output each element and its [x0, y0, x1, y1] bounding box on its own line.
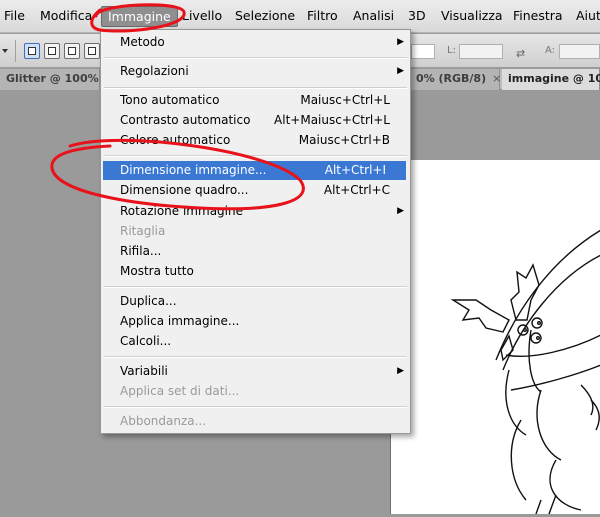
- submenu-arrow-icon: ▶: [397, 37, 404, 47]
- menu-item-dimensione-immagine[interactable]: Dimensione immagine... Alt+Ctrl+I: [103, 161, 406, 180]
- menu-item-label: Dimensione immagine...: [120, 163, 267, 177]
- menu-finestra[interactable]: Finestra: [513, 8, 563, 23]
- menu-item-label: Rotazione immagine: [120, 204, 243, 218]
- menu-item-metodo[interactable]: Metodo ▶: [101, 33, 410, 52]
- height-input[interactable]: [559, 44, 600, 59]
- menu-separator: [104, 286, 407, 288]
- menu-item-label: Ritaglia: [120, 224, 166, 238]
- new-selection-icon: [28, 47, 36, 55]
- menu-item-label: Duplica...: [120, 294, 177, 308]
- menu-item-ritaglia: Ritaglia: [101, 222, 410, 241]
- menu-item-label: Calcoli...: [120, 334, 172, 348]
- menu-item-dimensione-quadro[interactable]: Dimensione quadro... Alt+Ctrl+C: [101, 181, 410, 200]
- menu-separator: [104, 155, 407, 157]
- menu-item-label: Dimensione quadro...: [120, 183, 249, 197]
- new-selection-button[interactable]: [24, 43, 40, 59]
- shortcut-label: Alt+Maiusc+Ctrl+L: [274, 113, 390, 127]
- tab-rgb-label: 0% (RGB/8): [416, 72, 487, 85]
- shortcut-label: Alt+Ctrl+C: [323, 183, 390, 197]
- menu-item-colore-automatico[interactable]: Colore automatico Maiusc+Ctrl+B: [101, 131, 410, 150]
- menu-item-label: Variabili: [120, 364, 168, 378]
- menu-separator: [104, 87, 407, 89]
- add-selection-button[interactable]: [44, 43, 60, 59]
- menu-item-label: Contrasto automatico: [120, 113, 251, 127]
- menu-separator: [104, 356, 407, 358]
- menu-item-rotazione-immagine[interactable]: Rotazione immagine ▶: [101, 202, 410, 221]
- menu-item-mostra-tutto[interactable]: Mostra tutto: [101, 262, 410, 281]
- menu-item-label: Regolazioni: [120, 64, 189, 78]
- tab-glitter[interactable]: Glitter @ 100% (I: [0, 69, 112, 90]
- tool-preset-caret-icon[interactable]: [2, 49, 8, 53]
- shortcut-label: Maiusc+Ctrl+L: [300, 93, 390, 107]
- menu-item-calcoli[interactable]: Calcoli...: [101, 332, 410, 351]
- immagine-dropdown-menu: Metodo ▶ Regolazioni ▶ Tono automatico Maiu…: [100, 29, 411, 434]
- menu-item-label: Mostra tutto: [120, 264, 194, 278]
- menu-item-applica-immagine[interactable]: Applica immagine...: [101, 312, 410, 331]
- intersect-selection-icon: [88, 47, 96, 55]
- menu-item-label: Rifila...: [120, 244, 162, 258]
- menu-modifica[interactable]: Modifica: [40, 8, 92, 23]
- snowman-line-art: [450, 229, 600, 515]
- menu-item-rifila[interactable]: Rifila...: [101, 242, 410, 261]
- menu-item-duplica[interactable]: Duplica...: [101, 292, 410, 311]
- menu-item-label: Tono automatico: [120, 93, 220, 107]
- menu-selezione[interactable]: Selezione: [235, 8, 295, 23]
- menu-item-variabili[interactable]: Variabili ▶: [101, 362, 410, 381]
- menu-item-abbondanza: Abbondanza...: [101, 412, 410, 431]
- menu-visualizza[interactable]: Visualizza: [441, 8, 503, 23]
- tab-immagine[interactable]: immagine @ 100: [502, 69, 600, 90]
- width-input[interactable]: [459, 44, 503, 59]
- width-label: L:: [447, 45, 456, 56]
- submenu-arrow-icon: ▶: [397, 66, 404, 76]
- height-label: A:: [545, 45, 556, 56]
- swap-icon[interactable]: ⇄: [516, 47, 525, 60]
- add-selection-icon: [48, 47, 56, 55]
- intersect-selection-button[interactable]: [84, 43, 100, 59]
- document-canvas[interactable]: [390, 160, 600, 515]
- shortcut-label: Alt+Ctrl+I: [324, 163, 386, 177]
- menu-item-tono-automatico[interactable]: Tono automatico Maiusc+Ctrl+L: [101, 91, 410, 110]
- subtract-selection-icon: [68, 47, 76, 55]
- menu-analisi[interactable]: Analisi: [353, 8, 394, 23]
- style-select[interactable]: [411, 44, 435, 59]
- menu-item-label: Colore automatico: [120, 133, 231, 147]
- menu-separator: [104, 406, 407, 408]
- menu-item-contrasto-automatico[interactable]: Contrasto automatico Alt+Maiusc+Ctrl+L: [101, 111, 410, 130]
- close-icon[interactable]: ×: [492, 72, 501, 85]
- menu-item-label: Metodo: [120, 35, 165, 49]
- submenu-arrow-icon: ▶: [397, 206, 404, 216]
- menu-file[interactable]: File: [4, 8, 25, 23]
- menu-item-regolazioni[interactable]: Regolazioni ▶: [101, 62, 410, 81]
- menu-item-label: Abbondanza...: [120, 414, 207, 428]
- menu-item-label: Applica set di dati...: [120, 384, 240, 398]
- menu-3d[interactable]: 3D: [408, 8, 426, 23]
- menu-livello[interactable]: Livello: [182, 8, 222, 23]
- options-divider: [15, 40, 16, 62]
- menu-aiuto[interactable]: Aiut: [576, 8, 600, 23]
- menu-item-label: Applica immagine...: [120, 314, 240, 328]
- submenu-arrow-icon: ▶: [397, 366, 404, 376]
- menu-immagine[interactable]: Immagine: [101, 6, 178, 27]
- menu-separator: [104, 57, 407, 59]
- menu-item-applica-set-di-dati: Applica set di dati...: [101, 382, 410, 401]
- menu-filtro[interactable]: Filtro: [307, 8, 338, 23]
- tab-rgb[interactable]: 0% (RGB/8) ×: [410, 69, 501, 90]
- shortcut-label: Maiusc+Ctrl+B: [298, 133, 390, 147]
- subtract-selection-button[interactable]: [64, 43, 80, 59]
